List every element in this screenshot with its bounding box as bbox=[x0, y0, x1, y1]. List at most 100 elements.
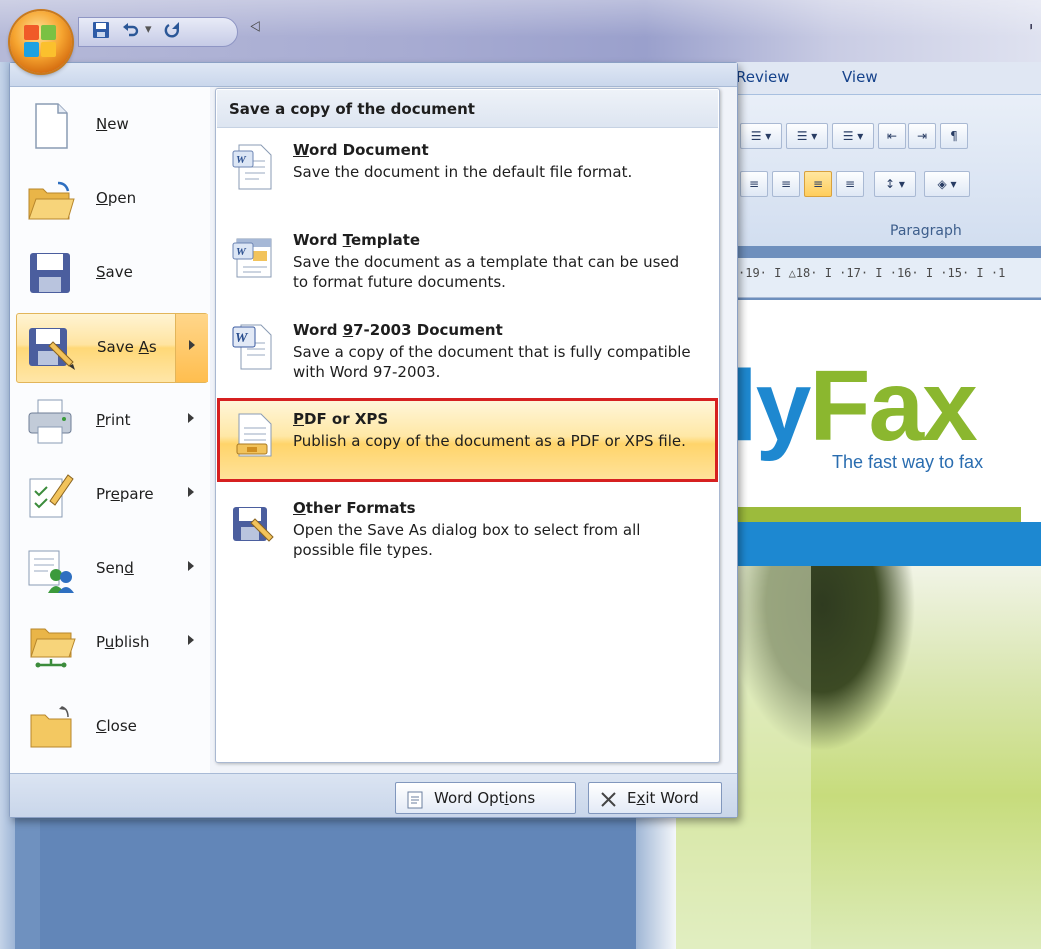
close-folder-icon bbox=[26, 703, 76, 753]
submenu-item-other-formats[interactable]: Other Formats Open the Save As dialog bo… bbox=[217, 487, 718, 571]
paragraph-marks-button[interactable]: ¶ bbox=[940, 123, 968, 149]
prepare-pen-icon bbox=[26, 471, 76, 521]
close-x-icon bbox=[599, 789, 619, 807]
submenu-item-word-document[interactable]: W Word Document Save the document in the… bbox=[217, 129, 718, 213]
justify-button[interactable]: ≡ bbox=[836, 171, 864, 197]
submenu-item-word-template[interactable]: W Word Template Save the document as a t… bbox=[217, 219, 718, 303]
menu-item-close[interactable]: Close bbox=[16, 693, 208, 763]
submenu-item-description: Save the document as a template that can… bbox=[293, 253, 680, 291]
submenu-item-pdf-or-xps[interactable]: PDF or XPS Publish a copy of the documen… bbox=[217, 398, 718, 482]
publish-folder-icon bbox=[26, 619, 76, 669]
chevron-right-icon bbox=[188, 413, 194, 423]
menu-item-label: Print bbox=[96, 411, 131, 429]
ruler-scale: ·19· I △18· I ·17· I ·16· I ·15· I ·1 bbox=[738, 266, 1006, 280]
word-template-icon: W bbox=[231, 233, 275, 281]
word-document-icon: W bbox=[231, 143, 275, 191]
paragraph-group: ☰ ▾ ☰ ▾ ☰ ▾ ⇤ ⇥ ¶ ≡ ≡ ≡ ≡ ↕ ▾ ◈ ▾ Paragr… bbox=[730, 94, 1041, 246]
horizontal-ruler[interactable]: ·19· I △18· I ·17· I ·16· I ·15· I ·1 bbox=[730, 258, 1041, 298]
submenu-item-description: Publish a copy of the document as a PDF … bbox=[293, 432, 686, 450]
menu-item-label: Save bbox=[96, 263, 133, 281]
paragraph-group-label: Paragraph bbox=[890, 223, 962, 239]
exit-word-label: Exit Word bbox=[627, 789, 699, 807]
new-document-icon bbox=[26, 101, 76, 151]
quick-access-toolbar: ▾ bbox=[78, 17, 238, 47]
myfax-logo: lyFax bbox=[730, 356, 978, 456]
save-as-submenu: Save a copy of the document W Word Docum… bbox=[215, 88, 720, 763]
exit-word-button[interactable]: Exit Word bbox=[588, 782, 722, 814]
undo-dropdown-icon[interactable]: ▾ bbox=[145, 22, 152, 37]
menu-item-new[interactable]: New bbox=[16, 91, 208, 161]
menu-item-label: Prepare bbox=[96, 485, 154, 503]
office-logo-icon bbox=[24, 25, 58, 59]
bullets-button[interactable]: ☰ ▾ bbox=[740, 123, 782, 149]
menu-item-label: Send bbox=[96, 559, 134, 577]
menu-item-label: Open bbox=[96, 189, 137, 207]
menu-item-label: Save As bbox=[97, 338, 157, 356]
line-spacing-button[interactable]: ↕ ▾ bbox=[874, 171, 916, 197]
submenu-item-title: Word Template bbox=[293, 231, 421, 249]
workspace-panel bbox=[40, 820, 636, 949]
tab-view[interactable]: View bbox=[842, 68, 878, 86]
multilevel-list-button[interactable]: ☰ ▾ bbox=[832, 123, 874, 149]
tab-review[interactable]: Review bbox=[736, 68, 790, 86]
menu-item-save[interactable]: Save bbox=[16, 239, 208, 309]
svg-text:W: W bbox=[236, 246, 247, 258]
chevron-right-icon bbox=[188, 635, 194, 645]
save-disk-icon bbox=[26, 249, 76, 299]
menu-item-print[interactable]: Print bbox=[16, 387, 208, 457]
logo-part-green: Fax bbox=[809, 350, 977, 462]
svg-text:W: W bbox=[236, 154, 247, 166]
logo-part-blue: ly bbox=[730, 350, 811, 462]
menu-item-publish[interactable]: Publish bbox=[16, 609, 208, 679]
office-menu-commands: New Open Save Save As Print Prepare Send… bbox=[10, 87, 210, 773]
shading-button[interactable]: ◈ ▾ bbox=[924, 171, 970, 197]
office-menu: New Open Save Save As Print Prepare Send… bbox=[9, 62, 738, 818]
increase-indent-button[interactable]: ⇥ bbox=[908, 123, 936, 149]
submenu-item-word-97-2003[interactable]: W Word 97-2003 Document Save a copy of t… bbox=[217, 309, 718, 393]
submenu-item-title: Word 97-2003 Document bbox=[293, 321, 503, 339]
save-as-icon bbox=[27, 324, 77, 374]
align-left-button[interactable]: ≡ bbox=[740, 171, 768, 197]
menu-item-label: Close bbox=[96, 717, 137, 735]
send-users-icon bbox=[26, 545, 76, 595]
printer-icon bbox=[26, 397, 76, 447]
word-options-icon bbox=[406, 789, 426, 809]
chevron-right-icon bbox=[189, 340, 195, 350]
other-formats-icon bbox=[231, 501, 275, 549]
menu-item-label: New bbox=[96, 115, 129, 133]
align-right-button[interactable]: ≡ bbox=[804, 171, 832, 197]
ribbon-tab-strip: Review View bbox=[730, 62, 1041, 94]
submenu-item-description: Open the Save As dialog box to select fr… bbox=[293, 521, 641, 559]
word-97-document-icon: W bbox=[231, 323, 275, 371]
align-center-button[interactable]: ≡ bbox=[772, 171, 800, 197]
save-icon[interactable] bbox=[89, 21, 113, 43]
office-menu-top-bar bbox=[10, 63, 737, 87]
menu-item-save-as[interactable]: Save As bbox=[16, 313, 208, 383]
logo-tagline: The fast way to fax bbox=[832, 452, 984, 472]
window-title: י bbox=[1029, 18, 1033, 37]
chevron-right-icon bbox=[188, 487, 194, 497]
word-options-button[interactable]: Word Options bbox=[395, 782, 576, 814]
submenu-item-title: Word Document bbox=[293, 141, 429, 159]
submenu-item-description: Save a copy of the document that is full… bbox=[293, 343, 691, 381]
submenu-item-title: Other Formats bbox=[293, 499, 416, 517]
menu-item-prepare[interactable]: Prepare bbox=[16, 461, 208, 531]
redo-icon[interactable] bbox=[161, 21, 185, 43]
decrease-indent-button[interactable]: ⇤ bbox=[878, 123, 906, 149]
open-folder-icon bbox=[26, 175, 76, 225]
word-options-label: Word Options bbox=[434, 789, 536, 807]
menu-item-label: Publish bbox=[96, 633, 150, 651]
svg-text:W: W bbox=[235, 331, 249, 346]
numbering-button[interactable]: ☰ ▾ bbox=[786, 123, 828, 149]
menu-item-open[interactable]: Open bbox=[16, 165, 208, 235]
office-menu-footer: Word Options Exit Word bbox=[10, 773, 737, 817]
office-button[interactable] bbox=[10, 11, 72, 73]
submenu-item-title: PDF or XPS bbox=[293, 410, 389, 428]
pdf-xps-icon bbox=[231, 412, 275, 460]
submenu-header: Save a copy of the document bbox=[217, 90, 718, 128]
undo-icon[interactable] bbox=[119, 21, 143, 43]
submenu-item-description: Save the document in the default file fo… bbox=[293, 163, 633, 181]
menu-item-send[interactable]: Send bbox=[16, 535, 208, 605]
customize-qat-icon[interactable]: ⨞ bbox=[250, 20, 261, 35]
chevron-right-icon bbox=[188, 561, 194, 571]
